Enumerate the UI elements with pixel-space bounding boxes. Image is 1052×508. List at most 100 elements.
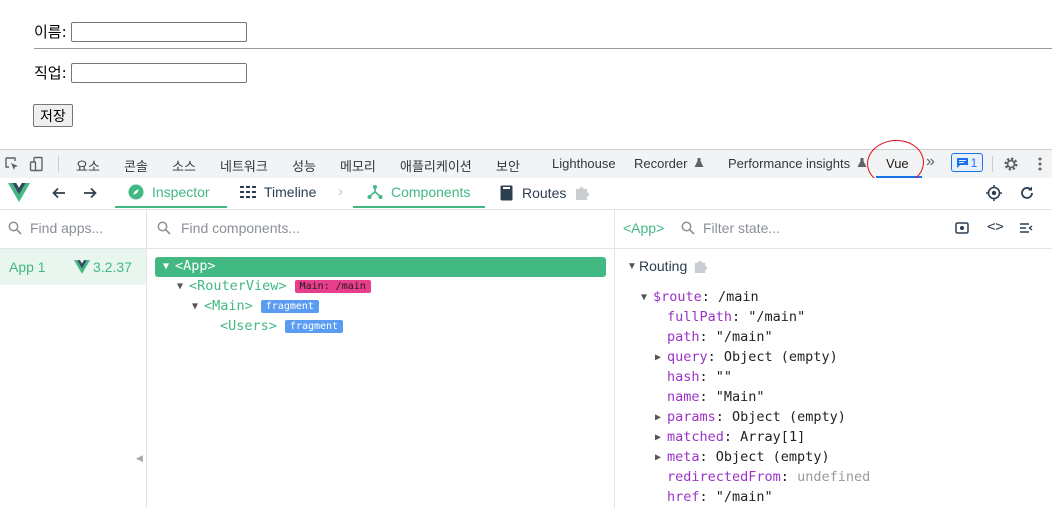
state-row-redirectedfrom: redirectedFrom: undefined: [655, 469, 870, 485]
tab-console[interactable]: 콘솔: [124, 156, 148, 175]
tree-node-routerview[interactable]: ▼ <RouterView> Main: /main: [177, 278, 371, 294]
state-separator: :: [701, 289, 719, 305]
state-row-meta[interactable]: ▶ meta: Object (empty): [655, 449, 830, 465]
state-key: path: [667, 329, 700, 345]
tab-performance[interactable]: 성능: [292, 156, 316, 175]
target-select-icon[interactable]: [986, 185, 1002, 201]
collapse-handle-icon[interactable]: ◀: [136, 454, 143, 464]
filter-state-input[interactable]: Filter state...: [703, 220, 780, 236]
experiment-flask-icon: [857, 158, 867, 167]
forward-arrow-icon[interactable]: [82, 185, 98, 201]
tab-recorder[interactable]: Recorder: [634, 156, 704, 171]
tab-network[interactable]: 네트워크: [220, 156, 268, 175]
state-key: href: [667, 489, 700, 505]
state-row-matched[interactable]: ▶ matched: Array[1]: [655, 429, 805, 445]
selected-component-name: <App>: [623, 220, 665, 236]
components-search-placeholder: Find components...: [181, 220, 301, 236]
device-toolbar-icon[interactable]: [29, 156, 45, 172]
tree-node-main[interactable]: ▼ <Main> fragment: [192, 298, 319, 314]
state-separator: :: [699, 369, 716, 385]
search-icon: [681, 221, 695, 235]
state-value: "": [715, 369, 733, 385]
state-key: $route: [653, 289, 702, 305]
issues-count: 1: [970, 155, 978, 170]
state-value: "/main": [715, 489, 773, 505]
tab-security[interactable]: 보안: [496, 156, 520, 175]
name-label: 이름:: [34, 23, 67, 41]
components-search[interactable]: Find components...: [147, 209, 614, 249]
nav-components[interactable]: Components: [367, 184, 470, 200]
gear-icon[interactable]: [1003, 156, 1019, 172]
kebab-menu-icon[interactable]: [1032, 156, 1048, 172]
state-row-path: path: "/main": [655, 329, 773, 345]
scroll-to-component-icon[interactable]: [955, 221, 969, 235]
tree-node-app[interactable]: ▼ <App>: [163, 258, 216, 274]
state-value: /main: [718, 289, 759, 305]
state-header: <App> Filter state... <>: [615, 209, 1052, 249]
vue-logo-icon: [8, 183, 30, 202]
state-panel: <App> Filter state... <> ▼ Routing ▼ $ro…: [615, 209, 1052, 508]
message-icon: [956, 157, 968, 168]
tab-application[interactable]: 애플리케이션: [400, 156, 472, 175]
state-separator: :: [707, 349, 724, 365]
caret-right-icon: ▶: [655, 451, 662, 463]
nav-inspector-label: Inspector: [152, 184, 210, 200]
state-value: undefined: [797, 469, 871, 485]
tree-node-users[interactable]: <Users> fragment: [220, 318, 344, 334]
tab-elements[interactable]: 요소: [76, 156, 100, 175]
tab-sources[interactable]: 소스: [172, 156, 196, 175]
refresh-icon[interactable]: [1019, 185, 1035, 201]
plugin-puzzle-icon: [576, 187, 590, 200]
state-value: Object (empty): [732, 409, 846, 425]
tree-node-app-label: <App>: [175, 258, 216, 274]
section-routing[interactable]: ▼ Routing: [627, 258, 709, 274]
apps-search-placeholder: Find apps...: [30, 220, 104, 236]
tree-node-users-label: <Users>: [220, 318, 277, 334]
state-row-route[interactable]: ▼ $route : /main: [641, 289, 759, 305]
state-key: name: [667, 389, 700, 405]
nav-routes[interactable]: Routes: [500, 184, 591, 201]
job-row: 직업:: [34, 62, 247, 83]
tab-vue[interactable]: Vue: [886, 156, 909, 171]
vue-version: 3.2.37: [93, 259, 132, 275]
more-actions-icon[interactable]: [1019, 221, 1033, 235]
back-arrow-icon[interactable]: [51, 185, 67, 201]
tab-lighthouse[interactable]: Lighthouse: [552, 156, 616, 171]
experiment-flask-icon: [694, 158, 704, 167]
more-tabs-icon[interactable]: »: [926, 153, 935, 171]
state-separator: :: [780, 469, 798, 485]
tree-node-main-label: <Main>: [204, 298, 253, 314]
devtools-tab-strip: 요소 콘솔 소스 네트워크 성능 메모리 애플리케이션 보안 Lighthous…: [0, 149, 1052, 179]
app-name: App 1: [9, 259, 46, 275]
vue-logo-icon: [74, 260, 90, 274]
state-row-params[interactable]: ▶ params: Object (empty): [655, 409, 846, 425]
open-in-editor-icon[interactable]: <>: [987, 219, 1004, 235]
state-row-query[interactable]: ▶ query: Object (empty): [655, 349, 838, 365]
state-separator: :: [699, 449, 716, 465]
tab-separator: [992, 156, 993, 172]
tab-performance-insights[interactable]: Performance insights: [728, 156, 867, 171]
state-key: matched: [667, 429, 724, 445]
state-key: hash: [667, 369, 700, 385]
state-key: fullPath: [667, 309, 733, 325]
inspect-element-icon[interactable]: [4, 156, 20, 172]
name-row: 이름:: [34, 21, 247, 42]
tab-recorder-label: Recorder: [634, 156, 688, 171]
fragment-badge: fragment: [284, 319, 344, 333]
save-button[interactable]: 저장: [33, 104, 73, 127]
caret-right-icon: ▶: [655, 431, 662, 443]
app-list-item[interactable]: App 1 3.2.37: [0, 249, 146, 285]
nav-timeline[interactable]: Timeline: [240, 184, 316, 200]
state-value: "/main": [715, 329, 773, 345]
tab-memory[interactable]: 메모리: [340, 156, 376, 175]
tab-performance-insights-label: Performance insights: [728, 156, 851, 171]
issues-badge[interactable]: 1: [951, 153, 983, 172]
nav-inspector[interactable]: Inspector: [128, 184, 210, 200]
state-value: Array[1]: [740, 429, 806, 445]
fragment-badge: fragment: [260, 299, 319, 313]
name-input[interactable]: [70, 21, 247, 42]
job-input[interactable]: [70, 62, 247, 83]
components-panel: Find components... ▼ <App> ▼ <RouterView…: [147, 209, 615, 508]
apps-search[interactable]: Find apps...: [0, 209, 146, 249]
compass-icon: [128, 184, 144, 200]
